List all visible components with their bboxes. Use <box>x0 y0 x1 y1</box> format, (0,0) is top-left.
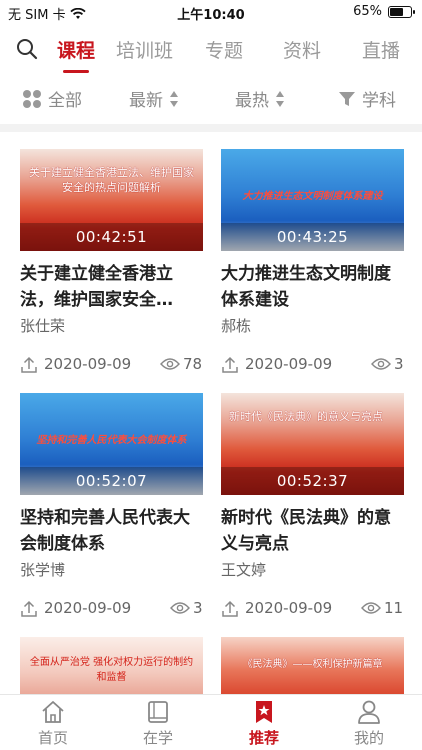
nav-recommend[interactable]: 推荐 <box>229 699 299 748</box>
course-date: 2020-09-09 <box>245 355 333 373</box>
filter-hottest-label: 最热 <box>235 91 269 111</box>
tab-materials[interactable]: 资料 <box>283 36 321 63</box>
bottom-navigation: 首页 在学 推荐 我的 <box>0 694 422 750</box>
course-meta: 2020-09-09 3 <box>20 599 220 619</box>
filter-subject[interactable]: 学科 <box>338 86 396 111</box>
category-tabs: 课程 培训班 专题 资料 直播 <box>0 28 422 73</box>
course-author: 张仕荣 <box>20 317 66 335</box>
course-title: 关于建立健全香港立法，维护国家安全… <box>20 264 173 310</box>
nav-studying[interactable]: 在学 <box>123 699 193 748</box>
nav-studying-label: 在学 <box>142 729 173 747</box>
battery-icon <box>388 5 415 18</box>
user-icon <box>358 700 380 724</box>
status-bar: 无 SIM 卡 上午10:40 65% <box>0 0 422 24</box>
filter-all-label: 全部 <box>48 91 82 111</box>
tab-live[interactable]: 直播 <box>362 36 400 63</box>
battery-percent: 65% <box>353 4 382 19</box>
filter-latest[interactable]: 最新 <box>129 86 179 111</box>
eye-icon <box>160 358 180 370</box>
eye-icon <box>371 358 391 370</box>
course-thumbnail: 大力推进生态文明制度体系建设 00:43:25 <box>221 149 404 251</box>
course-thumbnail: 全面从严治党 强化对权力运行的制约和监督 <box>20 637 203 697</box>
course-date: 2020-09-09 <box>44 355 132 373</box>
filter-subject-label: 学科 <box>362 91 396 111</box>
nav-home-label: 首页 <box>37 729 68 747</box>
course-card[interactable]: 《民法典》——权利保护新篇章 <box>221 637 404 697</box>
course-thumbnail: 新时代《民法典》的意义与亮点 00:52:37 <box>221 393 404 495</box>
course-title: 新时代《民法典》的意义与亮点 <box>221 508 391 554</box>
filter-all[interactable]: 全部 <box>22 86 82 111</box>
tab-topics[interactable]: 专题 <box>205 36 243 63</box>
course-date: 2020-09-09 <box>245 599 333 617</box>
section-divider <box>0 124 422 132</box>
course-author: 张学博 <box>20 561 66 579</box>
course-thumbnail: 坚持和完善人民代表大会制度体系 00:52:07 <box>20 393 203 495</box>
thumbnail-title: 新时代《民法典》的意义与亮点 <box>229 410 383 423</box>
sort-icon <box>276 90 284 107</box>
course-title: 坚持和完善人民代表大会制度体系 <box>20 508 190 554</box>
recommend-icon <box>256 701 272 723</box>
upload-icon <box>222 356 238 373</box>
filter-latest-label: 最新 <box>129 91 163 111</box>
view-count: 3 <box>193 599 203 617</box>
course-date: 2020-09-09 <box>44 599 132 617</box>
thumbnail-title: 关于建立健全香港立法、维护国家安全的热点问题解析 <box>29 166 194 194</box>
nav-mine[interactable]: 我的 <box>334 699 404 748</box>
tab-courses[interactable]: 课程 <box>57 36 95 63</box>
search-icon[interactable] <box>16 38 38 60</box>
upload-icon <box>222 600 238 617</box>
course-card[interactable]: 坚持和完善人民代表大会制度体系 00:52:07 坚持和完善人民代表大会制度体系… <box>20 393 203 617</box>
sort-icon <box>170 90 178 107</box>
course-card[interactable]: 全面从严治党 强化对权力运行的制约和监督 <box>20 637 203 697</box>
eye-icon <box>361 602 381 614</box>
course-card[interactable]: 新时代《民法典》的意义与亮点 00:52:37 新时代《民法典》的意义与亮点 王… <box>221 393 404 617</box>
home-icon <box>42 701 64 723</box>
view-count: 3 <box>394 355 404 373</box>
nav-mine-label: 我的 <box>353 729 384 747</box>
eye-icon <box>170 602 190 614</box>
filter-bar: 全部 最新 最热 学科 <box>0 80 422 116</box>
course-thumbnail: 《民法典》——权利保护新篇章 <box>221 637 404 697</box>
thumbnail-title: 坚持和完善人民代表大会制度体系 <box>36 435 187 446</box>
thumbnail-title: 大力推进生态文明制度体系建设 <box>242 191 383 202</box>
course-title: 大力推进生态文明制度体系建设 <box>221 264 391 310</box>
course-card[interactable]: 关于建立健全香港立法、维护国家安全的热点问题解析 00:42:51 关于建立健全… <box>20 149 203 373</box>
video-duration: 00:52:07 <box>75 472 148 490</box>
course-meta: 2020-09-09 78 <box>20 355 220 375</box>
course-meta: 2020-09-09 11 <box>221 599 421 619</box>
nav-home[interactable]: 首页 <box>18 699 88 748</box>
thumbnail-title: 全面从严治党 强化对权力运行的制约和监督 <box>29 657 194 683</box>
funnel-icon <box>339 91 355 106</box>
course-thumbnail: 关于建立健全香港立法、维护国家安全的热点问题解析 00:42:51 <box>20 149 203 251</box>
course-author: 郝栋 <box>221 317 252 335</box>
nav-recommend-label: 推荐 <box>248 729 279 747</box>
active-tab-indicator <box>63 70 89 73</box>
course-card[interactable]: 大力推进生态文明制度体系建设 00:43:25 大力推进生态文明制度体系建设 郝… <box>221 149 404 373</box>
tab-training[interactable]: 培训班 <box>116 36 173 63</box>
filter-hottest[interactable]: 最热 <box>235 86 285 111</box>
video-duration: 00:42:51 <box>75 228 148 246</box>
grid-icon <box>23 89 41 108</box>
view-count: 11 <box>384 599 404 617</box>
course-meta: 2020-09-09 3 <box>221 355 421 375</box>
course-author: 王文婷 <box>221 561 267 579</box>
view-count: 78 <box>183 355 203 373</box>
upload-icon <box>21 600 37 617</box>
video-duration: 00:52:37 <box>276 472 349 490</box>
video-duration: 00:43:25 <box>276 228 349 246</box>
book-icon <box>148 701 168 723</box>
thumbnail-title: 《民法典》——权利保护新篇章 <box>242 659 383 670</box>
upload-icon <box>21 356 37 373</box>
